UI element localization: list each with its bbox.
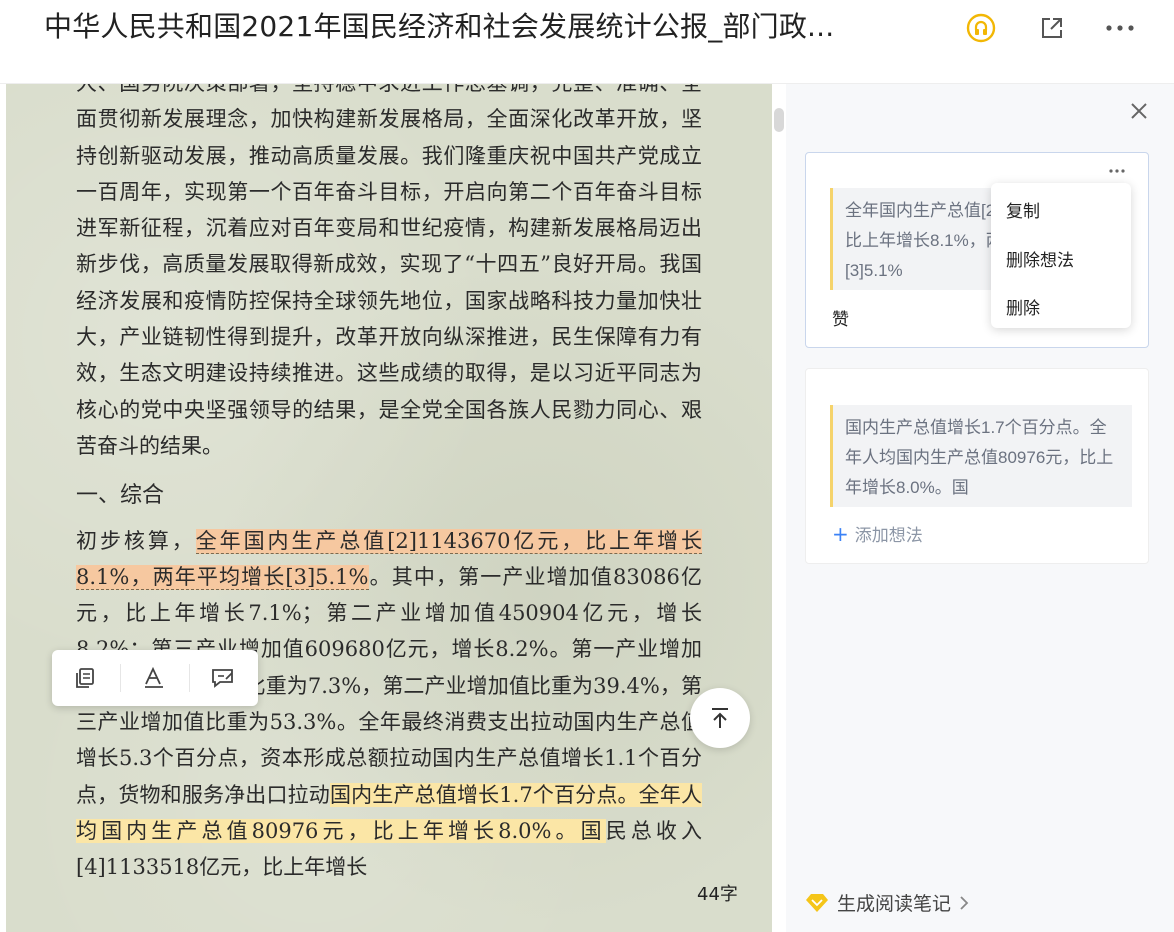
generate-notes-label: 生成阅读笔记 — [837, 893, 952, 915]
diamond-icon — [806, 893, 828, 912]
add-note-button[interactable]: + 添加想法 — [832, 521, 923, 546]
context-menu: 复制 删除想法 删除 — [991, 183, 1131, 328]
header-bar: 中华人民共和国2021年国民经济和社会发展统计公报_部门政... — [0, 0, 1174, 84]
generate-notes-button[interactable]: 生成阅读笔记 — [805, 889, 971, 916]
text: 初步核算， — [76, 528, 196, 553]
divider — [120, 664, 121, 692]
comment-icon[interactable] — [207, 662, 239, 694]
note-card[interactable]: 国内生产总值增长1.7个百分点。全年人均国内生产总值80976元，比上年增长8.… — [805, 368, 1149, 564]
copy-icon[interactable] — [69, 662, 101, 694]
audio-icon[interactable] — [965, 12, 997, 44]
close-icon — [1131, 103, 1147, 119]
chevron-right-icon — [960, 895, 969, 910]
note-quote: 国内生产总值增长1.7个百分点。全年人均国内生产总值80976元，比上年增长8.… — [830, 405, 1132, 507]
document-body: 大、国务院决策部署，坚持稳中求进工作总基调，完整、准确、全面贯彻新发展理念，加快… — [76, 84, 702, 886]
back-to-top-button[interactable] — [690, 688, 750, 748]
menu-item-delete-note[interactable]: 删除想法 — [1006, 246, 1074, 271]
selection-toolbar — [52, 650, 258, 706]
plus-icon: + — [832, 522, 849, 546]
add-note-label: 添加想法 — [854, 526, 923, 546]
note-more-icon[interactable] — [1108, 159, 1126, 178]
document-title: 中华人民共和国2021年国民经济和社会发展统计公报_部门政... — [44, 10, 835, 43]
menu-item-delete[interactable]: 删除 — [1006, 294, 1040, 319]
close-button[interactable] — [1128, 100, 1150, 122]
scrollbar[interactable] — [774, 108, 784, 132]
paragraph: 大、国务院决策部署，坚持稳中求进工作总基调，完整、准确、全面贯彻新发展理念，加快… — [76, 84, 702, 458]
menu-item-copy[interactable]: 复制 — [1006, 197, 1040, 222]
reader-pane[interactable]: 大、国务院决策部署，坚持稳中求进工作总基调，完整、准确、全面贯彻新发展理念，加快… — [6, 84, 772, 932]
divider — [189, 664, 190, 692]
arrow-up-icon — [712, 708, 728, 728]
section-heading: 一、综合 — [76, 483, 165, 509]
more-icon[interactable] — [1104, 12, 1136, 44]
highlight-icon[interactable] — [138, 662, 170, 694]
word-count: 44字 — [697, 884, 738, 905]
share-icon[interactable] — [1036, 12, 1068, 44]
like-button[interactable]: 赞 — [832, 305, 849, 330]
